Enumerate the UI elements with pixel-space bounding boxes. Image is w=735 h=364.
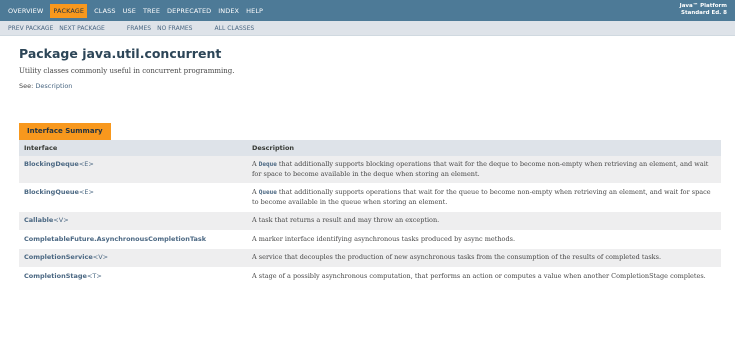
type-parameter: <T>: [86, 271, 102, 280]
type-link[interactable]: Deque: [259, 161, 277, 168]
type-parameter: <V>: [53, 216, 69, 224]
no-frames-link[interactable]: NO FRAMES: [157, 25, 192, 32]
interface-link[interactable]: CompletionService: [24, 253, 93, 261]
description-text: A stage of a possibly asynchronous compu…: [252, 271, 706, 280]
interface-link[interactable]: BlockingQueue: [24, 188, 79, 196]
platform-label-line2: Standard Ed. 8: [681, 10, 727, 16]
description-link[interactable]: Description: [35, 82, 72, 90]
table-row: Callable<V> A task that returns a result …: [19, 211, 721, 231]
platform-label: Java™ Platform Standard Ed. 8: [680, 3, 727, 17]
nav-tree[interactable]: TREE: [143, 7, 160, 15]
interface-cell: BlockingDeque<E>: [19, 156, 247, 184]
description-text: A: [252, 160, 259, 168]
interface-link[interactable]: CompletionStage: [24, 272, 87, 280]
interface-summary: Interface Summary Interface Description …: [19, 118, 721, 286]
summary-caption: Interface Summary: [19, 123, 111, 140]
description-text: A: [252, 188, 259, 196]
description-text: A marker interface identifying asynchron…: [252, 234, 516, 243]
package-header: Package java.util.concurrent Utility cla…: [0, 36, 735, 90]
interface-cell: Callable<V>: [19, 211, 247, 231]
prev-package-link[interactable]: PREV PACKAGE: [8, 25, 53, 32]
nav-help[interactable]: HELP: [246, 7, 263, 15]
description-cell: A service that decouples the production …: [247, 248, 721, 268]
nav-package[interactable]: PACKAGE: [50, 3, 88, 18]
interface-link[interactable]: Callable: [24, 216, 53, 224]
column-header-interface: Interface: [19, 140, 247, 156]
next-package-link[interactable]: NEXT PACKAGE: [59, 25, 105, 32]
interface-cell: CompletionService<V>: [19, 248, 247, 268]
table-row: BlockingQueue<E> A Queue that additionall…: [19, 183, 721, 212]
sub-navigation-bar: PREV PACKAGE NEXT PACKAGE FRAMES NO FRAM…: [0, 21, 735, 36]
description-text: A task that returns a result and may thr…: [252, 216, 440, 224]
all-classes-link[interactable]: ALL CLASSES: [215, 25, 255, 32]
nav-overview[interactable]: OVERVIEW: [8, 7, 43, 15]
table-row: CompletionService<V> A service that decou…: [19, 248, 721, 268]
interface-summary-table: Interface Description BlockingDeque<E> A …: [19, 140, 721, 286]
description-cell: A Deque that additionally supports block…: [247, 156, 721, 184]
type-parameter: <V>: [92, 253, 109, 261]
package-description: Utility classes commonly useful in concu…: [19, 67, 235, 75]
top-navigation-bar: OVERVIEW PACKAGE CLASS USE TREE DEPRECAT…: [0, 0, 735, 21]
interface-cell: CompletableFuture.AsynchronousCompletion…: [19, 230, 247, 249]
interface-link[interactable]: CompletableFuture.AsynchronousCompletion…: [24, 235, 206, 243]
nav-use[interactable]: USE: [123, 7, 136, 15]
nav-class[interactable]: CLASS: [94, 7, 116, 15]
description-cell: A Queue that additionally supports opera…: [247, 183, 721, 212]
table-row: BlockingDeque<E> A Deque that additionall…: [19, 156, 721, 184]
type-parameter: <E>: [78, 188, 94, 196]
nav-index[interactable]: INDEX: [218, 7, 239, 15]
page-title: Package java.util.concurrent: [19, 46, 222, 61]
type-parameter: <E>: [78, 160, 94, 168]
frames-link[interactable]: FRAMES: [127, 25, 151, 32]
description-text-continued: that additionally supports blocking oper…: [252, 160, 709, 178]
interface-cell: BlockingQueue<E>: [19, 183, 247, 212]
description-text: A service that decouples the production …: [252, 253, 662, 261]
nav-deprecated[interactable]: DEPRECATED: [167, 7, 211, 15]
type-link[interactable]: Queue: [259, 189, 277, 196]
interface-cell: CompletionStage<T>: [19, 267, 247, 286]
table-row: CompletableFuture.AsynchronousCompletion…: [19, 230, 721, 249]
column-header-description: Description: [247, 140, 721, 156]
platform-label-line1: Java™ Platform: [679, 3, 727, 9]
description-cell: A marker interface identifying asynchron…: [247, 230, 721, 249]
see-line: See: Description: [19, 82, 735, 90]
description-cell: A task that returns a result and may thr…: [247, 211, 721, 231]
interface-link[interactable]: BlockingDeque: [24, 160, 79, 168]
description-text-continued: that additionally supports operations th…: [252, 188, 711, 206]
table-row: CompletionStage<T> A stage of a possibly …: [19, 267, 721, 286]
see-label: See:: [19, 82, 34, 90]
description-cell: A stage of a possibly asynchronous compu…: [247, 267, 721, 286]
